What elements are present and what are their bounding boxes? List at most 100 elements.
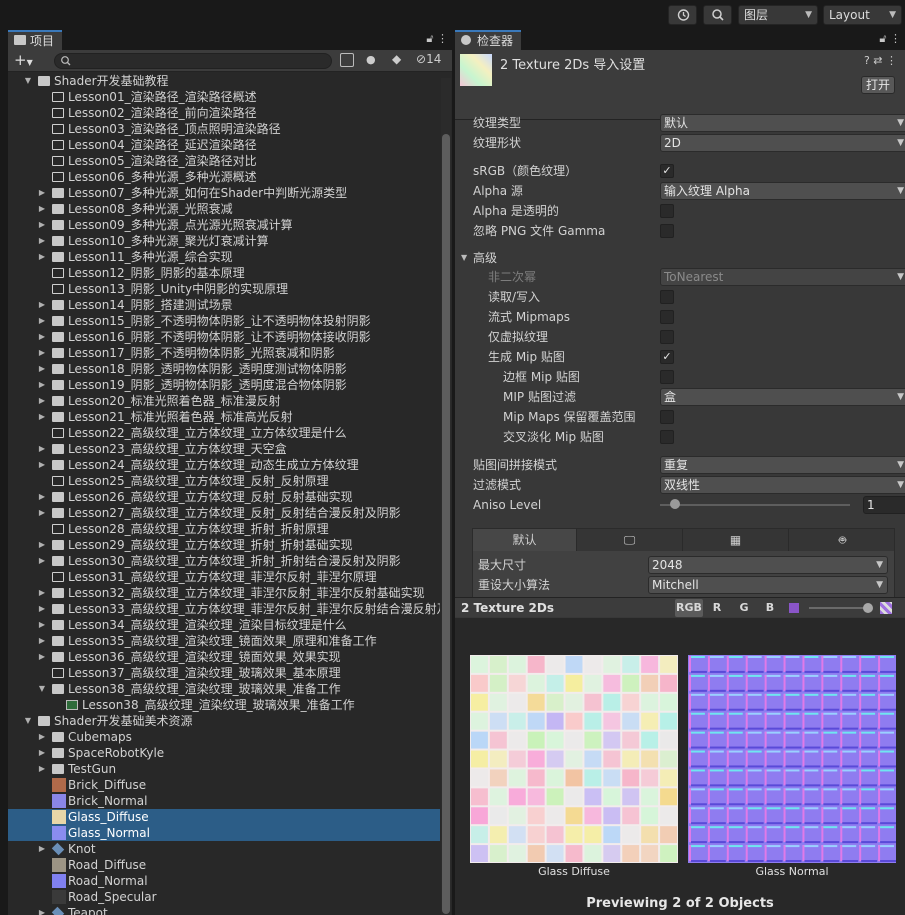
wrap-mode-dropdown[interactable]: 重复 ▼ xyxy=(660,456,905,474)
search-by-type-icon[interactable] xyxy=(340,53,354,67)
tree-item[interactable]: Lesson04_渲染路径_延迟渲染路径 xyxy=(8,137,440,153)
chevron-right-icon[interactable]: ▶ xyxy=(37,185,47,201)
chevron-right-icon[interactable]: ▶ xyxy=(37,505,47,521)
chevron-right-icon[interactable]: ▶ xyxy=(37,329,47,345)
checkerboard-icon[interactable] xyxy=(880,602,892,614)
tree-item[interactable]: Road_Diffuse xyxy=(8,857,440,873)
tree-item[interactable]: ▶ Lesson08_多种光源_光照衰减 xyxy=(8,201,440,217)
tree-item[interactable]: ▶ SpaceRobotKyle xyxy=(8,745,440,761)
tree-item[interactable]: Lesson12_阴影_阴影的基本原理 xyxy=(8,265,440,281)
filter-by-type-icon[interactable]: ● xyxy=(366,53,376,66)
aniso-level-slider-knob[interactable] xyxy=(670,499,680,509)
chevron-right-icon[interactable]: ▶ xyxy=(37,217,47,233)
tree-item[interactable]: ▶ Teapot xyxy=(8,905,440,915)
filter-by-label-icon[interactable]: ◆ xyxy=(392,52,401,66)
mip-level-slider[interactable] xyxy=(809,607,869,609)
chevron-right-icon[interactable]: ▶ xyxy=(37,489,47,505)
chevron-right-icon[interactable]: ▶ xyxy=(37,537,47,553)
tree-item[interactable]: Lesson22_高级纹理_立方体纹理_立方体纹理是什么 xyxy=(8,425,440,441)
tree-item[interactable]: ▶ Lesson15_阴影_不透明物体阴影_让不透明物体投射阴影 xyxy=(8,313,440,329)
chevron-right-icon[interactable]: ▶ xyxy=(37,761,47,777)
tree-item[interactable]: Lesson05_渲染路径_渲染路径对比 xyxy=(8,153,440,169)
read-write-checkbox[interactable] xyxy=(660,290,674,304)
srgb-checkbox[interactable]: ✓ xyxy=(660,164,674,178)
alpha-source-dropdown[interactable]: 输入纹理 Alpha ▼ xyxy=(660,182,905,200)
project-scrollbar[interactable] xyxy=(441,78,451,915)
tree-item[interactable]: ▶ Lesson23_高级纹理_立方体纹理_天空盒 xyxy=(8,441,440,457)
tree-item[interactable]: ▶ Lesson27_高级纹理_立方体纹理_反射_反射结合漫反射及阴影 xyxy=(8,505,440,521)
chevron-right-icon[interactable]: ▶ xyxy=(37,201,47,217)
chevron-down-icon[interactable]: ▼ xyxy=(23,713,33,729)
ignore-png-gamma-checkbox[interactable] xyxy=(660,224,674,238)
fadeout-mips-checkbox[interactable] xyxy=(660,430,674,444)
border-mipmaps-checkbox[interactable] xyxy=(660,370,674,384)
tree-item[interactable]: ▶ Lesson20_标准光照着色器_标准漫反射 xyxy=(8,393,440,409)
chevron-down-icon[interactable]: ▼ xyxy=(23,73,33,89)
tree-item[interactable]: ▼ Shader开发基础美术资源 xyxy=(8,713,440,729)
tree-item[interactable]: ▶ Lesson30_高级纹理_立方体纹理_折射_折射结合漫反射及阴影 xyxy=(8,553,440,569)
chevron-right-icon[interactable]: ▶ xyxy=(37,633,47,649)
tree-item[interactable]: Lesson31_高级纹理_立方体纹理_菲涅尔反射_菲涅尔原理 xyxy=(8,569,440,585)
chevron-right-icon[interactable]: ▶ xyxy=(37,233,47,249)
tree-item[interactable]: ▼ Lesson38_高级纹理_渲染纹理_玻璃效果_准备工作 xyxy=(8,681,440,697)
tree-item[interactable]: ▶ Lesson26_高级纹理_立方体纹理_反射_反射基础实现 xyxy=(8,489,440,505)
tree-item[interactable]: ▶ TestGun xyxy=(8,761,440,777)
tree-item[interactable]: Lesson25_高级纹理_立方体纹理_反射_反射原理 xyxy=(8,473,440,489)
channel-rgb-button[interactable]: RGB xyxy=(675,599,703,617)
preset-icon[interactable]: ⇄ xyxy=(873,54,882,67)
tree-item[interactable]: ▶ Lesson24_高级纹理_立方体纹理_动态生成立方体纹理 xyxy=(8,457,440,473)
chevron-right-icon[interactable]: ▶ xyxy=(37,905,47,915)
create-button[interactable]: +▼ xyxy=(14,51,33,72)
tab-inspector[interactable]: 检查器 xyxy=(455,30,522,50)
history-button[interactable] xyxy=(668,5,697,25)
tree-item[interactable]: ▶ Lesson35_高级纹理_渲染纹理_镜面效果_原理和准备工作 xyxy=(8,633,440,649)
tab-platform-webgl[interactable]: ▦ xyxy=(683,529,789,551)
chevron-right-icon[interactable]: ▶ xyxy=(37,841,47,857)
search-input[interactable] xyxy=(54,53,332,69)
tree-item[interactable]: ▶ Cubemaps xyxy=(8,729,440,745)
chevron-right-icon[interactable]: ▶ xyxy=(37,601,47,617)
tree-item[interactable]: ▶ Knot xyxy=(8,841,440,857)
chevron-right-icon[interactable]: ▶ xyxy=(37,393,47,409)
chevron-right-icon[interactable]: ▶ xyxy=(37,745,47,761)
open-button[interactable]: 打开 xyxy=(861,76,895,94)
tree-item[interactable]: Lesson28_高级纹理_立方体纹理_折射_折射原理 xyxy=(8,521,440,537)
chevron-right-icon[interactable]: ▶ xyxy=(37,313,47,329)
lock-icon[interactable]: 🔓︎ xyxy=(426,32,433,45)
texture-type-dropdown[interactable]: 默认 ▼ xyxy=(660,114,905,132)
scrollbar-thumb[interactable] xyxy=(442,134,450,914)
chevron-right-icon[interactable]: ▶ xyxy=(37,297,47,313)
chevron-right-icon[interactable]: ▶ xyxy=(37,729,47,745)
chevron-right-icon[interactable]: ▶ xyxy=(37,441,47,457)
tab-platform-standalone[interactable]: 🖵︎ xyxy=(577,529,683,551)
tab-platform-android[interactable]: 🤖︎ xyxy=(789,529,896,551)
tree-item[interactable]: ▶ Lesson33_高级纹理_立方体纹理_菲涅尔反射_菲涅尔反射结合漫反射及 xyxy=(8,601,440,617)
more-menu-icon[interactable]: ⋮ xyxy=(437,32,448,45)
tree-item[interactable]: Lesson13_阴影_Unity中阴影的实现原理 xyxy=(8,281,440,297)
tree-item[interactable]: Glass_Diffuse xyxy=(8,809,440,825)
layers-dropdown[interactable]: 图层 ▼ xyxy=(738,5,818,25)
more-menu-icon[interactable]: ⋮ xyxy=(890,32,901,45)
chevron-right-icon[interactable]: ▶ xyxy=(37,617,47,633)
tree-item[interactable]: Lesson37_高级纹理_渲染纹理_玻璃效果_基本原理 xyxy=(8,665,440,681)
max-size-dropdown[interactable]: 2048 ▼ xyxy=(648,556,888,574)
channel-g-button[interactable]: G xyxy=(734,599,754,617)
tree-item[interactable]: ▶ Lesson17_阴影_不透明物体阴影_光照衰减和阴影 xyxy=(8,345,440,361)
tree-item[interactable]: ▶ Lesson36_高级纹理_渲染纹理_镜面效果_效果实现 xyxy=(8,649,440,665)
hidden-packages-icon[interactable]: ⊘14 xyxy=(416,52,441,66)
tree-item[interactable]: Road_Normal xyxy=(8,873,440,889)
mip-level-slider-knob[interactable] xyxy=(863,603,873,613)
chevron-right-icon[interactable]: ▶ xyxy=(37,345,47,361)
generate-mipmap-checkbox[interactable]: ✓ xyxy=(660,350,674,364)
tree-item[interactable]: ▶ Lesson16_阴影_不透明物体阴影_让不透明物体接收阴影 xyxy=(8,329,440,345)
layout-dropdown[interactable]: Layout ▼ xyxy=(823,5,902,25)
texture-shape-dropdown[interactable]: 2D ▼ xyxy=(660,134,905,152)
tree-item[interactable]: ▶ Lesson18_阴影_透明物体阴影_透明度测试物体阴影 xyxy=(8,361,440,377)
chevron-down-icon[interactable]: ▼ xyxy=(37,681,47,697)
tab-platform-default[interactable]: 默认 xyxy=(473,529,577,551)
tree-item[interactable]: ▶ Lesson21_标准光照着色器_标准高光反射 xyxy=(8,409,440,425)
alpha-toggle-icon[interactable] xyxy=(789,603,799,613)
more-menu-icon[interactable]: ⋮ xyxy=(886,54,897,67)
chevron-right-icon[interactable]: ▶ xyxy=(37,649,47,665)
tree-item[interactable]: ▶ Lesson07_多种光源_如何在Shader中判断光源类型 xyxy=(8,185,440,201)
